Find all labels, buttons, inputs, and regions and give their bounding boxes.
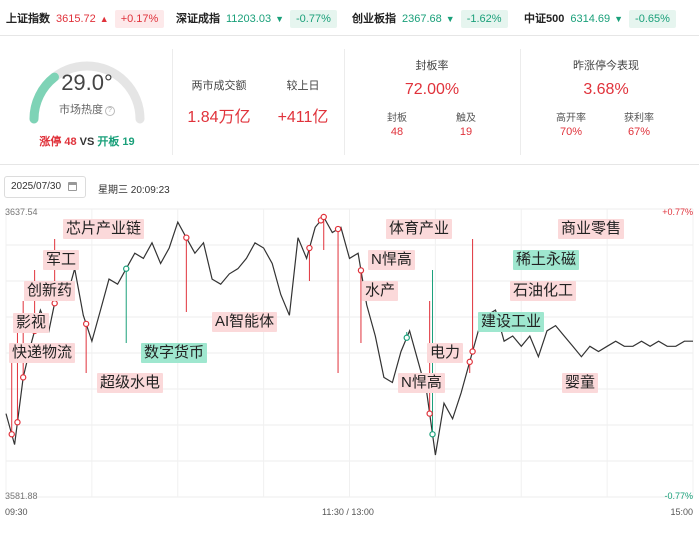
event-tag[interactable]: 军工 — [43, 250, 80, 270]
sealed-value: 48 — [390, 126, 404, 138]
index-shanghai[interactable]: 上证指数 3615.72 ▲ +0.17% — [6, 10, 165, 28]
turnover-label: 两市成交额 — [191, 80, 247, 92]
index-shenzhen[interactable]: 深证成指 11203.03 ▼ -0.77% — [176, 10, 337, 28]
event-tag[interactable]: AI智能体 — [212, 312, 278, 332]
event-tag[interactable]: N悍高 — [398, 373, 445, 393]
x-axis-label-midday: 11:30 / 13:00 — [322, 507, 374, 517]
touched-label: 触及 — [456, 113, 476, 124]
vs-yesterday-label: 较上日 — [286, 80, 320, 92]
heat-label-text: 市场热度 — [59, 104, 103, 116]
right-axis-top-label: +0.77% — [662, 207, 693, 217]
seal-rate-label: 封板率 — [415, 60, 449, 72]
calendar-icon — [68, 182, 77, 191]
vs-yesterday-value: +411亿 — [277, 109, 329, 126]
event-marker — [426, 410, 433, 417]
event-tag[interactable]: 体育产业 — [386, 219, 453, 239]
intraday-chart-svg — [5, 208, 694, 498]
index-bar: 上证指数 3615.72 ▲ +0.17% 深证成指 11203.03 ▼ -0.77% 创… — [0, 0, 699, 36]
event-tag[interactable]: 建设工业 — [478, 312, 545, 332]
limit-up-count: 涨停 48 — [39, 136, 77, 148]
touched-value: 19 — [459, 126, 473, 138]
divider — [172, 49, 173, 155]
event-tag[interactable]: 创新药 — [24, 281, 76, 301]
event-marker — [403, 334, 410, 341]
heat-value: 29.0° — [61, 70, 113, 95]
right-axis-bottom-label: -0.77% — [664, 491, 693, 501]
question-icon[interactable]: ? — [105, 106, 115, 116]
market-stats-panel: 29.0° 市场热度? 涨停 48 VS 开板 19 两市成交额 1.84万亿 较上… — [0, 37, 699, 165]
event-tag[interactable]: 超级水电 — [97, 373, 164, 393]
intraday-chart[interactable]: 3637.54 3581.88 +0.77% -0.77% 09:30 11:3… — [0, 203, 699, 537]
event-tag[interactable]: 电力 — [427, 343, 464, 363]
event-marker — [429, 431, 436, 438]
event-tag[interactable]: 稀土永磁 — [513, 250, 580, 270]
sealed-label: 封板 — [387, 113, 407, 124]
event-marker — [123, 265, 130, 272]
seal-rate-value: 72.00% — [404, 81, 460, 98]
date-bar: 2025/07/30 星期三 20:09:23 — [0, 175, 699, 201]
arrow-up-icon: ▲ — [99, 14, 109, 24]
event-marker — [469, 348, 476, 355]
divider — [344, 49, 345, 155]
high-open-value: 70% — [559, 126, 583, 138]
arrow-down-icon: ▼ — [614, 14, 624, 24]
profit-rate-label: 获利率 — [624, 113, 654, 124]
date-value: 2025/07/30 — [11, 181, 62, 192]
y-axis-top-label: 3637.54 — [5, 207, 38, 217]
event-tag[interactable]: 商业零售 — [558, 219, 625, 239]
event-marker — [14, 419, 21, 426]
event-tag[interactable]: 水产 — [362, 281, 399, 301]
event-marker — [334, 225, 342, 233]
arrow-down-icon: ▼ — [275, 14, 284, 24]
yesterday-perf-value: 3.68% — [583, 81, 629, 98]
turnover-value: 1.84万亿 — [187, 109, 251, 126]
vs-label: VS — [79, 136, 95, 148]
y-axis-bottom-label: 3581.88 — [5, 491, 38, 501]
yesterday-perf-label: 昨涨停今表现 — [573, 60, 639, 72]
event-tag[interactable]: 影视 — [13, 313, 50, 333]
profit-rate-value: 67% — [627, 126, 651, 138]
divider — [520, 49, 521, 155]
event-tag[interactable]: N悍高 — [368, 250, 415, 270]
open-board-count: 开板 19 — [97, 136, 135, 148]
high-open-label: 高开率 — [556, 113, 586, 124]
index-csi500[interactable]: 中证500 6314.69 ▼ -0.65% — [524, 10, 676, 28]
event-marker — [51, 300, 58, 307]
x-axis-label-open: 09:30 — [5, 507, 28, 517]
event-marker — [466, 358, 473, 366]
event-marker — [82, 320, 90, 328]
event-marker — [8, 431, 15, 438]
arrow-down-icon: ▼ — [445, 14, 455, 24]
event-marker — [183, 234, 190, 241]
event-marker — [320, 213, 327, 221]
x-axis-label-close: 15:00 — [670, 507, 693, 517]
event-tag[interactable]: 数字货币 — [141, 343, 208, 363]
event-marker — [19, 374, 27, 381]
date-picker[interactable]: 2025/07/30 — [4, 176, 86, 198]
event-tag[interactable]: 快递物流 — [9, 343, 76, 363]
event-marker — [357, 267, 365, 274]
event-tag[interactable]: 婴童 — [562, 373, 599, 393]
index-chinext[interactable]: 创业板指 2367.68 ▼ -1.62% — [352, 10, 508, 28]
weekday-time: 星期三 20:09:23 — [98, 185, 170, 196]
event-marker — [306, 244, 313, 252]
event-tag[interactable]: 芯片产业链 — [63, 219, 145, 239]
limit-summary: 涨停 48 VS 开板 19 — [22, 133, 152, 149]
heat-label: 市场热度? — [22, 101, 152, 117]
event-tag[interactable]: 石油化工 — [510, 281, 577, 301]
